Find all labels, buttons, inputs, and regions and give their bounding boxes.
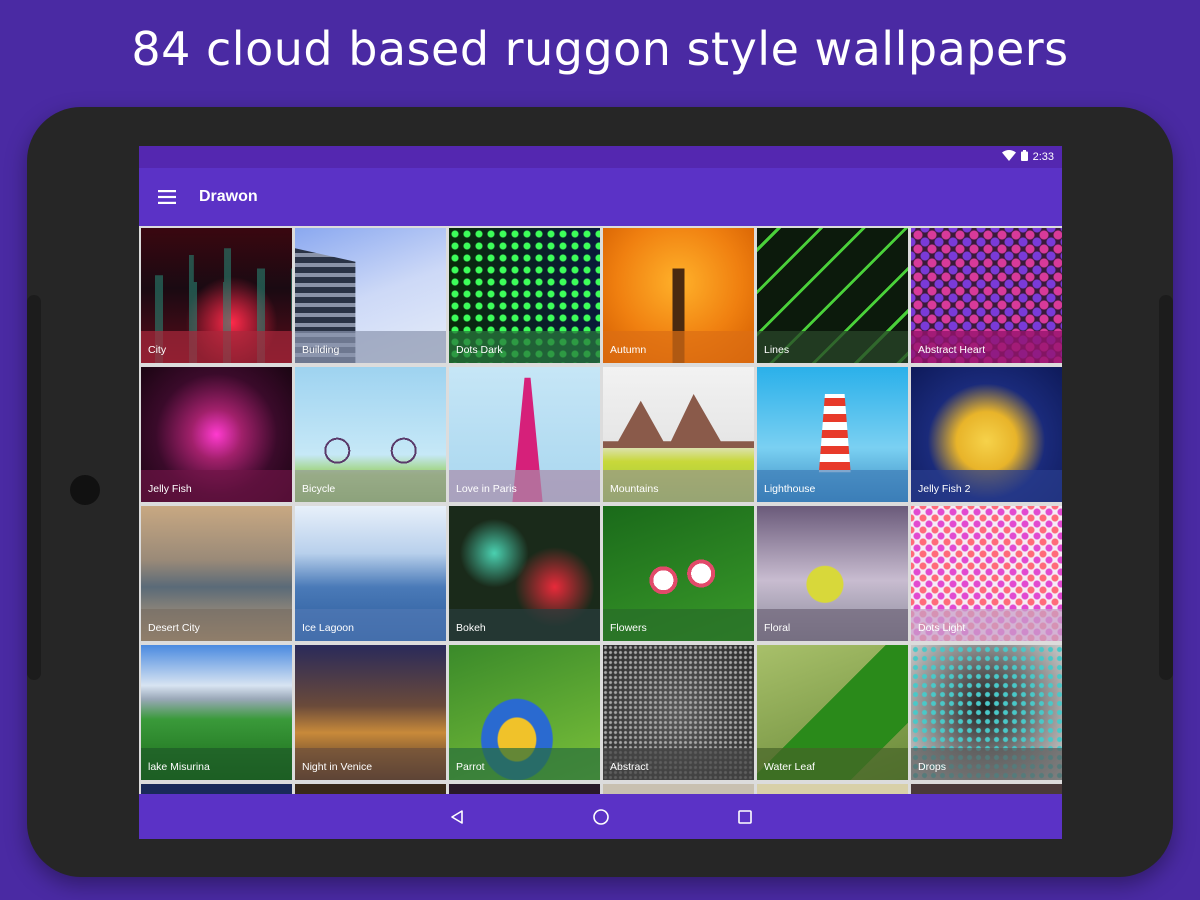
wallpaper-tile-building[interactable]: Building [295,228,446,363]
wallpaper-tile-city[interactable]: City [141,228,292,363]
wallpaper-tile-desert-city[interactable]: Desert City [141,506,292,641]
wallpaper-label: Drops [918,761,947,773]
wallpaper-tile-abstract-heart[interactable]: Abstract Heart [911,228,1062,363]
wallpaper-label: Dots Dark [456,344,503,356]
wallpaper-label: Bicycle [302,483,336,495]
wallpaper-tile-flowers[interactable]: Flowers [603,506,754,641]
wallpaper-label: City [148,344,167,356]
wallpaper-tile-ice-lagoon[interactable]: Ice Lagoon [295,506,446,641]
wallpaper-label: Love in Paris [456,483,517,495]
wallpaper-label: Floral [764,622,791,634]
battery-icon [1020,150,1028,164]
wallpaper-tile-partial[interactable] [449,784,600,794]
wallpaper-label: Ice Lagoon [302,622,354,634]
device-screen: 2:33 Drawon City Building Dots Dark Autu… [139,146,1062,839]
wallpaper-label: Building [302,344,340,356]
recents-square-icon[interactable] [728,800,762,834]
back-triangle-icon[interactable] [440,800,474,834]
wallpaper-label: Night in Venice [302,761,373,773]
wallpaper-tile-jelly-fish[interactable]: Jelly Fish [141,367,292,502]
wallpaper-tile-dots-light[interactable]: Dots Light [911,506,1062,641]
wallpaper-tile-lake-misurina[interactable]: lake Misurina [141,645,292,780]
wallpaper-label: Abstract Heart [918,344,986,356]
wallpaper-tile-floral[interactable]: Floral [757,506,908,641]
wallpaper-tile-lighthouse[interactable]: Lighthouse [757,367,908,502]
wallpaper-tile-partial[interactable] [141,784,292,794]
wallpaper-label: Water Leaf [764,761,815,773]
home-circle-icon[interactable] [584,800,618,834]
navigation-bar [139,794,1062,839]
wallpaper-tile-love-in-paris[interactable]: Love in Paris [449,367,600,502]
wifi-icon [1001,150,1016,164]
wallpaper-label: Lighthouse [764,483,816,495]
wallpaper-label: Jelly Fish [148,483,192,495]
wallpaper-tile-parrot[interactable]: Parrot [449,645,600,780]
wallpaper-tile-lines[interactable]: Lines [757,228,908,363]
wallpaper-tile-partial[interactable] [603,784,754,794]
wallpaper-label: Jelly Fish 2 [918,483,971,495]
promo-headline: 84 cloud based ruggon style wallpapers [131,22,1069,76]
wallpaper-label: Bokeh [456,622,486,634]
wallpaper-tile-dots-dark[interactable]: Dots Dark [449,228,600,363]
wallpaper-tile-water-leaf[interactable]: Water Leaf [757,645,908,780]
app-bar: Drawon [139,168,1062,226]
tablet-side-left [27,295,41,680]
wallpaper-tile-bokeh[interactable]: Bokeh [449,506,600,641]
wallpaper-tile-autumn[interactable]: Autumn [603,228,754,363]
wallpaper-tile-night-in-venice[interactable]: Night in Venice [295,645,446,780]
wallpaper-tile-drops[interactable]: Drops [911,645,1062,780]
status-bar: 2:33 [139,146,1062,168]
wallpaper-label: Flowers [610,622,647,634]
wallpaper-label: Desert City [148,622,200,634]
wallpaper-tile-mountains[interactable]: Mountains [603,367,754,502]
wallpaper-label: Mountains [610,483,659,495]
wallpaper-tile-partial[interactable] [911,784,1062,794]
wallpaper-label: Parrot [456,761,485,773]
status-time: 2:33 [1032,151,1054,163]
menu-icon[interactable] [139,168,195,226]
wallpaper-tile-bicycle[interactable]: Bicycle [295,367,446,502]
wallpaper-tile-abstract[interactable]: Abstract [603,645,754,780]
wallpaper-grid: City Building Dots Dark Autumn Lines Abs… [139,226,1062,794]
wallpaper-label: Abstract [610,761,649,773]
wallpaper-label: Lines [764,344,790,356]
tablet-side-right [1159,295,1173,680]
app-title: Drawon [199,188,258,205]
wallpaper-tile-jelly-fish-2[interactable]: Jelly Fish 2 [911,367,1062,502]
wallpaper-label: lake Misurina [148,761,210,773]
front-camera [70,475,100,505]
wallpaper-tile-partial[interactable] [757,784,908,794]
wallpaper-label: Autumn [610,344,647,356]
wallpaper-tile-partial[interactable] [295,784,446,794]
wallpaper-label: Dots Light [918,622,966,634]
